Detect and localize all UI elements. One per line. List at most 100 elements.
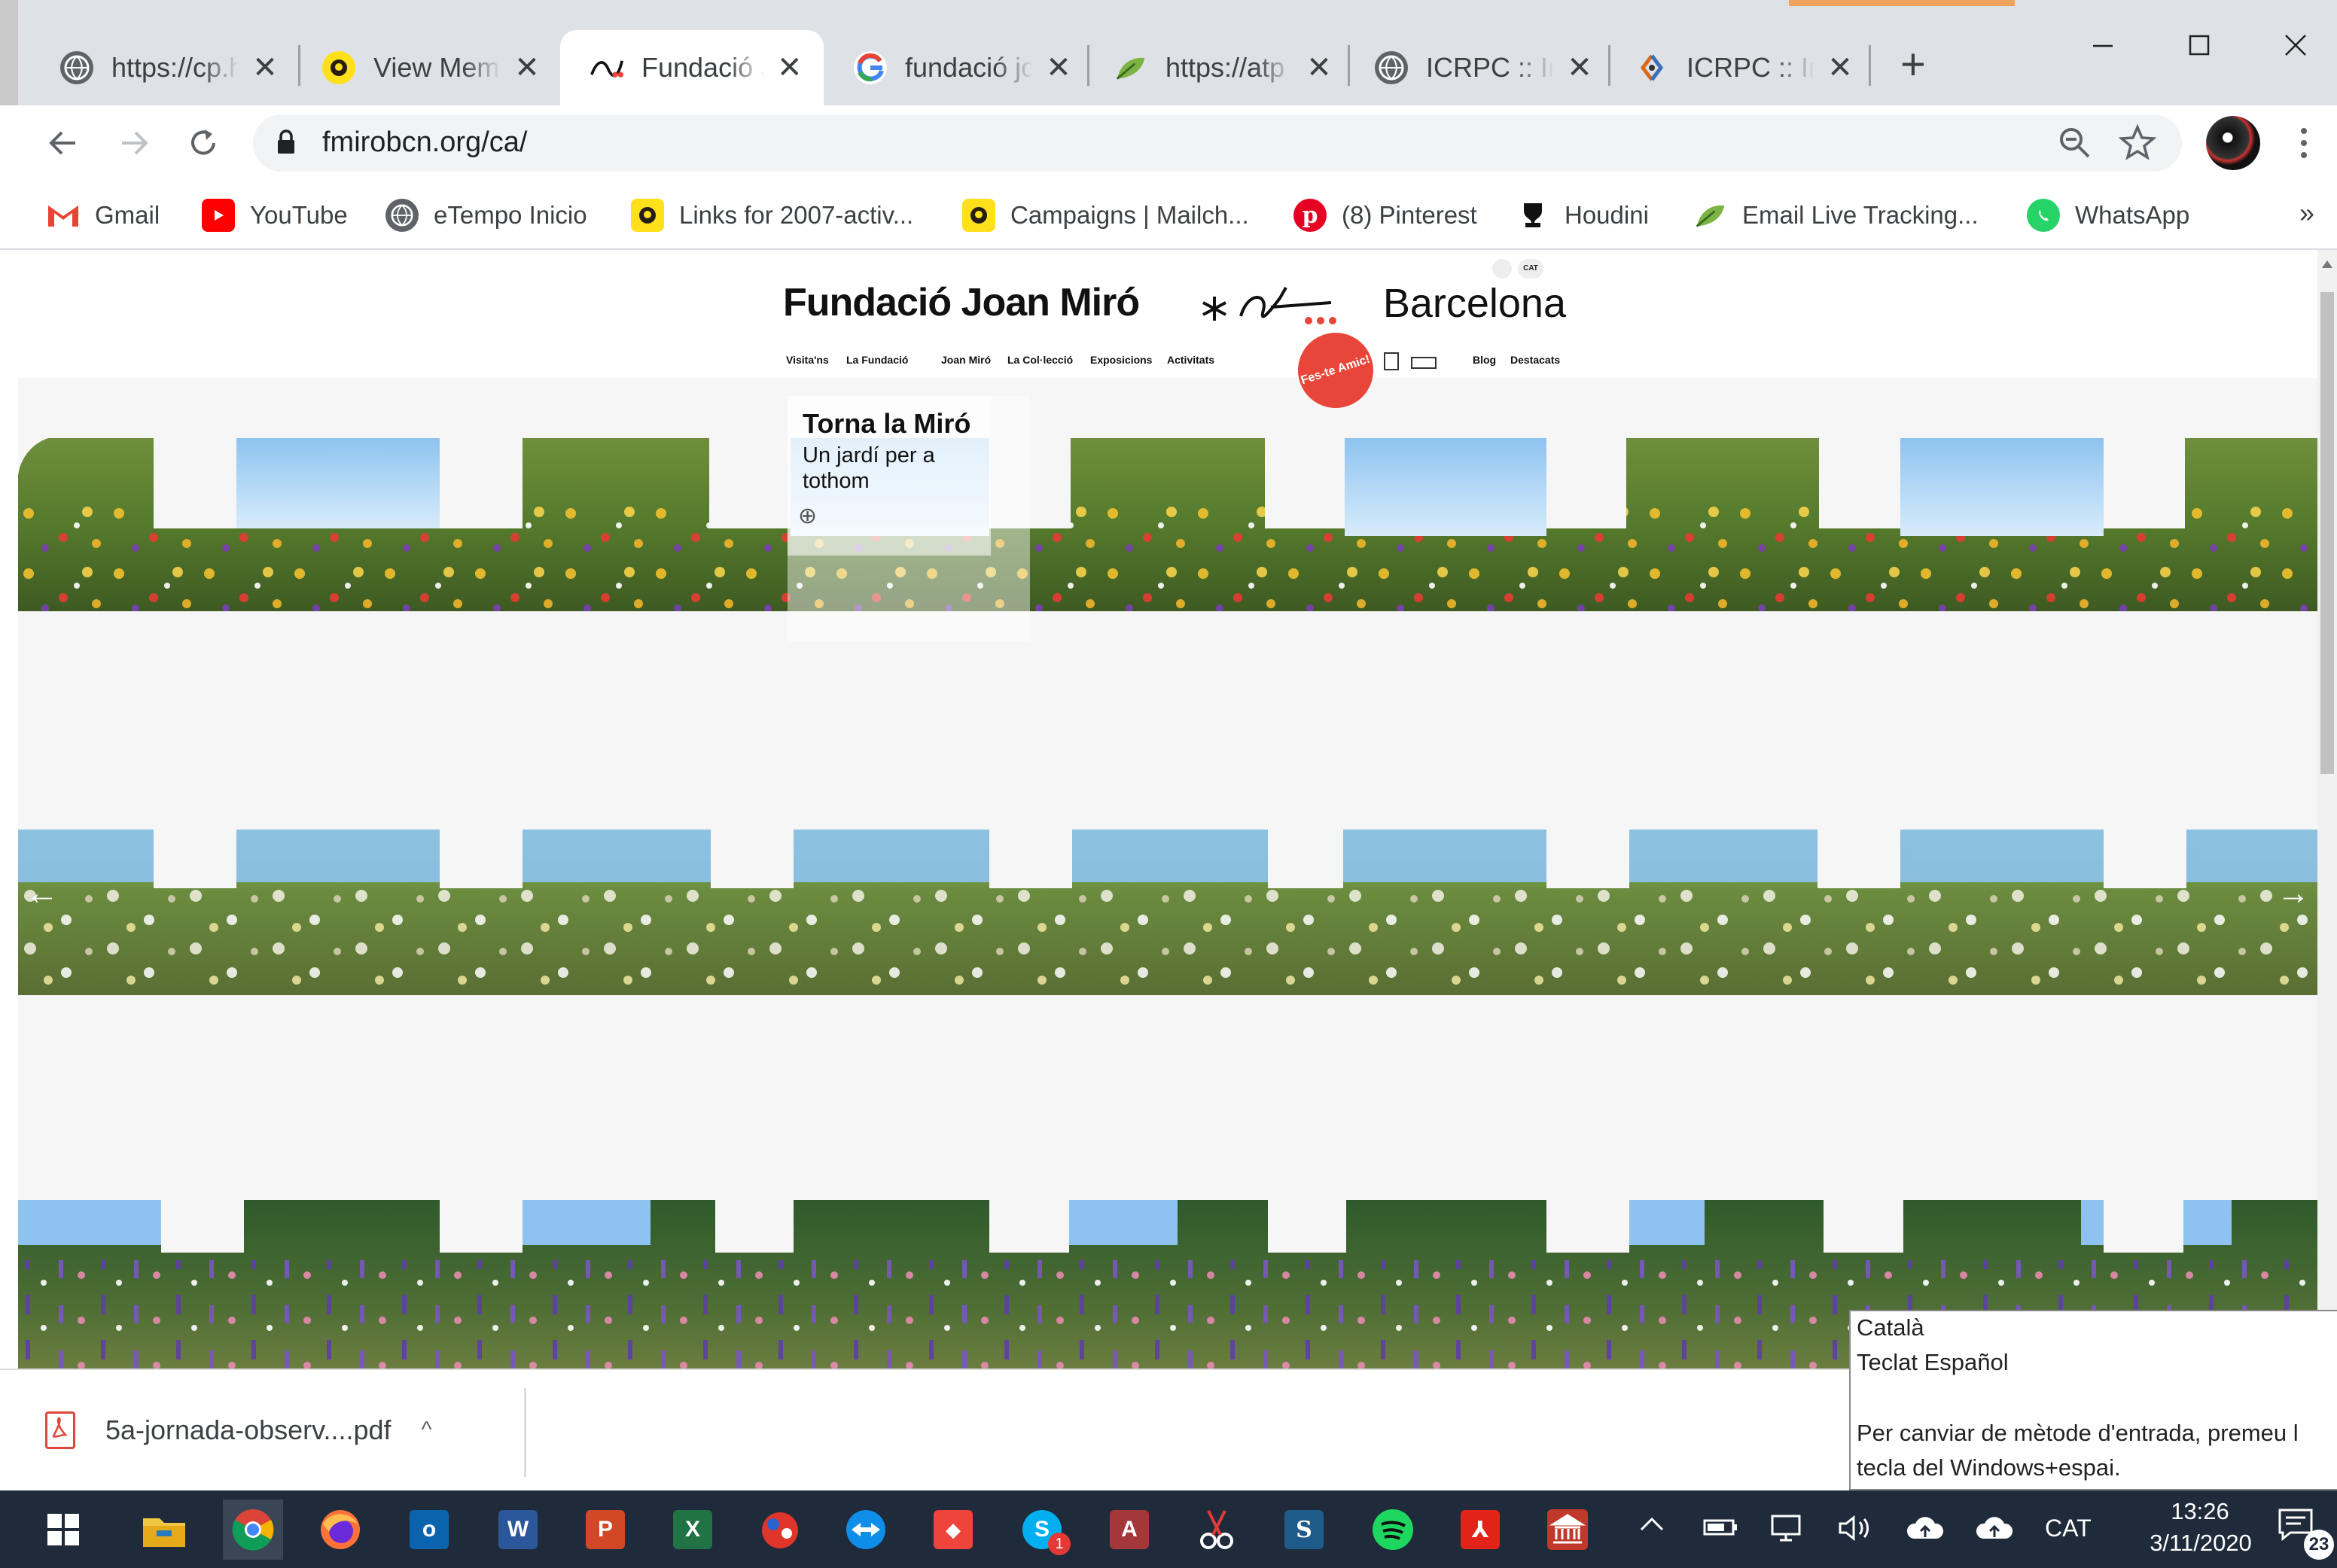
- chrome-icon[interactable]: [223, 1499, 283, 1560]
- battery-icon[interactable]: [1703, 1513, 1739, 1545]
- action-center-icon[interactable]: 23: [2277, 1507, 2334, 1560]
- search-icon[interactable]: [1492, 259, 1512, 279]
- download-filename[interactable]: 5a-jornada-observ....pdf: [105, 1414, 392, 1446]
- bank-app-icon[interactable]: [1537, 1499, 1598, 1560]
- bookmark-links-2007[interactable]: Links for 2007-activ...: [631, 194, 913, 236]
- tray-expand-icon[interactable]: [1637, 1513, 1667, 1542]
- mailchimp-icon: [962, 199, 995, 232]
- close-icon[interactable]: ✕: [1304, 50, 1334, 85]
- download-item[interactable]: 5a-jornada-observ....pdf ^: [45, 1400, 432, 1460]
- access-icon[interactable]: A: [1099, 1499, 1159, 1560]
- zoom-icon[interactable]: [2057, 125, 2092, 163]
- paint-app-icon[interactable]: [750, 1499, 810, 1560]
- ticket-icon[interactable]: [1411, 357, 1437, 369]
- word-icon[interactable]: W: [488, 1499, 548, 1560]
- tab-5[interactable]: https://atp ✕: [1084, 30, 1354, 105]
- page-scrollbar[interactable]: [2317, 250, 2337, 1369]
- nav-colleccio[interactable]: La Col·lecció: [1007, 354, 1073, 366]
- forward-button[interactable]: [107, 116, 161, 170]
- close-icon[interactable]: ✕: [1825, 50, 1855, 85]
- globe-icon: [1375, 51, 1408, 84]
- tab-title: ICRPC :: Ins: [1426, 52, 1554, 83]
- reload-button[interactable]: [176, 116, 230, 170]
- bookmark-gmail[interactable]: Gmail: [47, 194, 160, 236]
- more-bookmarks-icon[interactable]: »: [2299, 197, 2314, 229]
- tab-6[interactable]: ICRPC :: Ins ✕: [1345, 30, 1614, 105]
- tab-7[interactable]: ICRPC :: Ins ✕: [1605, 30, 1875, 105]
- powerpoint-icon[interactable]: P: [575, 1499, 635, 1560]
- network-icon[interactable]: [1769, 1513, 1805, 1549]
- nav-fundacio[interactable]: La Fundació: [846, 354, 908, 366]
- back-button[interactable]: [36, 116, 90, 170]
- nav-activitats[interactable]: Activitats: [1167, 354, 1214, 366]
- address-bar[interactable]: fmirobcn.org/ca/: [253, 114, 2182, 172]
- nav-exposicions[interactable]: Exposicions: [1090, 354, 1152, 366]
- maximize-button[interactable]: [2158, 17, 2241, 74]
- tab-1[interactable]: https://cp.h ✕: [30, 30, 300, 105]
- plus-circle-icon[interactable]: ⊕: [798, 503, 817, 529]
- garden-banner-2[interactable]: [18, 830, 2317, 995]
- volume-icon[interactable]: [1837, 1513, 1875, 1549]
- outlook-icon[interactable]: o: [399, 1499, 459, 1560]
- tab-3-active[interactable]: Fundació Jo ✕: [560, 30, 824, 105]
- scroll-thumb[interactable]: [2320, 292, 2334, 774]
- acrobat-icon[interactable]: ⅄: [1450, 1499, 1510, 1560]
- bookmark-youtube[interactable]: YouTube: [202, 194, 348, 236]
- bookmark-pinterest[interactable]: p (8) Pinterest: [1293, 194, 1477, 236]
- tab-title: fundació jo: [905, 52, 1033, 83]
- clock-time[interactable]: 13:26: [2147, 1498, 2253, 1525]
- tab-4[interactable]: fundació jo ✕: [824, 30, 1093, 105]
- bookmark-etempo[interactable]: eTempo Inicio: [385, 194, 587, 236]
- new-tab-button[interactable]: +: [1900, 42, 1926, 87]
- skype-icon[interactable]: S 1: [1012, 1499, 1072, 1560]
- bookmark-whatsapp[interactable]: WhatsApp: [2027, 194, 2189, 236]
- file-explorer-icon[interactable]: [134, 1499, 194, 1560]
- close-icon[interactable]: ✕: [512, 50, 542, 85]
- close-icon[interactable]: ✕: [250, 50, 280, 85]
- logo-wordmark: Fundació Joan Miró: [783, 281, 1140, 324]
- excel-icon[interactable]: X: [663, 1499, 723, 1560]
- shop-bag-icon[interactable]: [1384, 352, 1399, 370]
- minimize-button[interactable]: [2061, 17, 2144, 74]
- nav-visita[interactable]: Visita'ns: [786, 354, 829, 366]
- nav-joan-miro[interactable]: Joan Miró: [941, 354, 991, 366]
- profile-avatar[interactable]: [2206, 116, 2260, 170]
- notification-count: 23: [2304, 1530, 2334, 1560]
- url-text[interactable]: fmirobcn.org/ca/: [322, 126, 527, 159]
- chevron-up-icon[interactable]: ^: [422, 1417, 432, 1443]
- carousel-next-icon[interactable]: →: [2277, 875, 2310, 912]
- bookmark-star-icon[interactable]: [2118, 123, 2157, 165]
- bookmark-campaigns[interactable]: Campaigns | Mailch...: [962, 194, 1249, 236]
- scroll-up-icon[interactable]: [2322, 260, 2332, 268]
- close-icon[interactable]: ✕: [1565, 50, 1595, 85]
- close-icon[interactable]: ✕: [1044, 50, 1074, 85]
- carousel-prev-icon[interactable]: ←: [26, 875, 59, 912]
- firefox-icon[interactable]: [310, 1499, 370, 1560]
- input-language-indicator[interactable]: CAT: [2045, 1515, 2092, 1542]
- site-logo[interactable]: Fundació Joan Miró Barcelona: [783, 280, 1566, 340]
- close-icon[interactable]: ✕: [775, 50, 804, 85]
- language-selector[interactable]: CAT: [1518, 259, 1543, 279]
- globe-icon: [385, 199, 419, 232]
- nav-destacats[interactable]: Destacats: [1510, 354, 1560, 366]
- windows-start-icon[interactable]: [33, 1499, 93, 1560]
- site-nav: Visita'ns La Fundació Joan Miró La Col·l…: [786, 354, 1566, 376]
- cloud-upload-icon[interactable]: [1905, 1513, 1945, 1549]
- hero-card[interactable]: Torna la Miró Un jardí per a tothom ⊕: [788, 396, 1030, 641]
- spotify-icon[interactable]: [1363, 1499, 1423, 1560]
- close-window-button[interactable]: [2254, 17, 2337, 74]
- bookmark-houdini[interactable]: Houdini: [1516, 194, 1649, 236]
- tab-2[interactable]: View Memb ✕: [292, 30, 562, 105]
- teamviewer-icon[interactable]: [836, 1499, 896, 1560]
- anydesk-icon[interactable]: ◆: [923, 1499, 983, 1560]
- cloud-sync-icon[interactable]: [1974, 1513, 2015, 1549]
- clock-date[interactable]: 3/11/2020: [2122, 1530, 2280, 1557]
- garden-banner-1[interactable]: [18, 438, 2317, 611]
- browser-menu-icon[interactable]: [2289, 116, 2319, 170]
- sway-app-icon[interactable]: S: [1274, 1499, 1334, 1560]
- nav-blog[interactable]: Blog: [1473, 354, 1496, 366]
- snipping-tool-icon[interactable]: [1187, 1499, 1247, 1560]
- bookmark-email-tracking[interactable]: Email Live Tracking...: [1694, 194, 1979, 236]
- page-viewport[interactable]: ← → CAT Fundació Joan Miró Barcelona Vis…: [18, 250, 2317, 1369]
- arrow-right-icon: [122, 131, 148, 155]
